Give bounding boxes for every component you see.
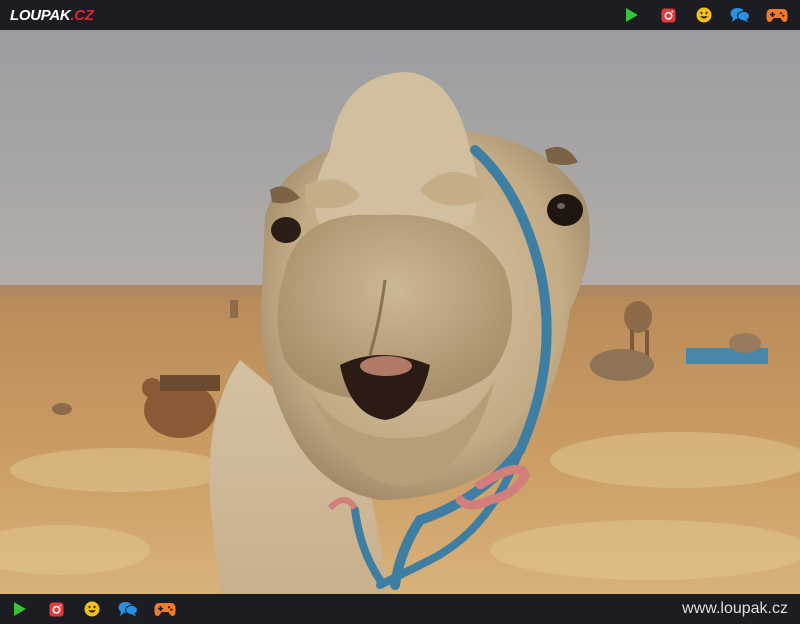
gamepad-icon[interactable]: [154, 600, 176, 618]
camel-photo: [0, 30, 800, 594]
smiley-icon[interactable]: [694, 6, 714, 24]
gamepad-icon[interactable]: [766, 6, 788, 24]
logo-tld: .CZ: [70, 6, 94, 24]
chat-icon[interactable]: [118, 600, 138, 618]
smiley-icon[interactable]: [82, 600, 102, 618]
instagram-icon[interactable]: [46, 600, 66, 618]
play-icon[interactable]: [10, 600, 30, 618]
site-url-link[interactable]: www.loupak.cz: [682, 600, 788, 618]
bottom-icon-bar: [10, 600, 176, 618]
site-logo[interactable]: LOUPAK .CZ: [10, 7, 94, 24]
top-icon-bar: [622, 6, 788, 24]
top-bar: LOUPAK .CZ: [0, 0, 800, 30]
play-icon[interactable]: [622, 6, 642, 24]
chat-icon[interactable]: [730, 6, 750, 24]
logo-text: LOUPAK: [10, 6, 71, 24]
bottom-bar: www.loupak.cz: [0, 594, 800, 624]
instagram-icon[interactable]: [658, 6, 678, 24]
